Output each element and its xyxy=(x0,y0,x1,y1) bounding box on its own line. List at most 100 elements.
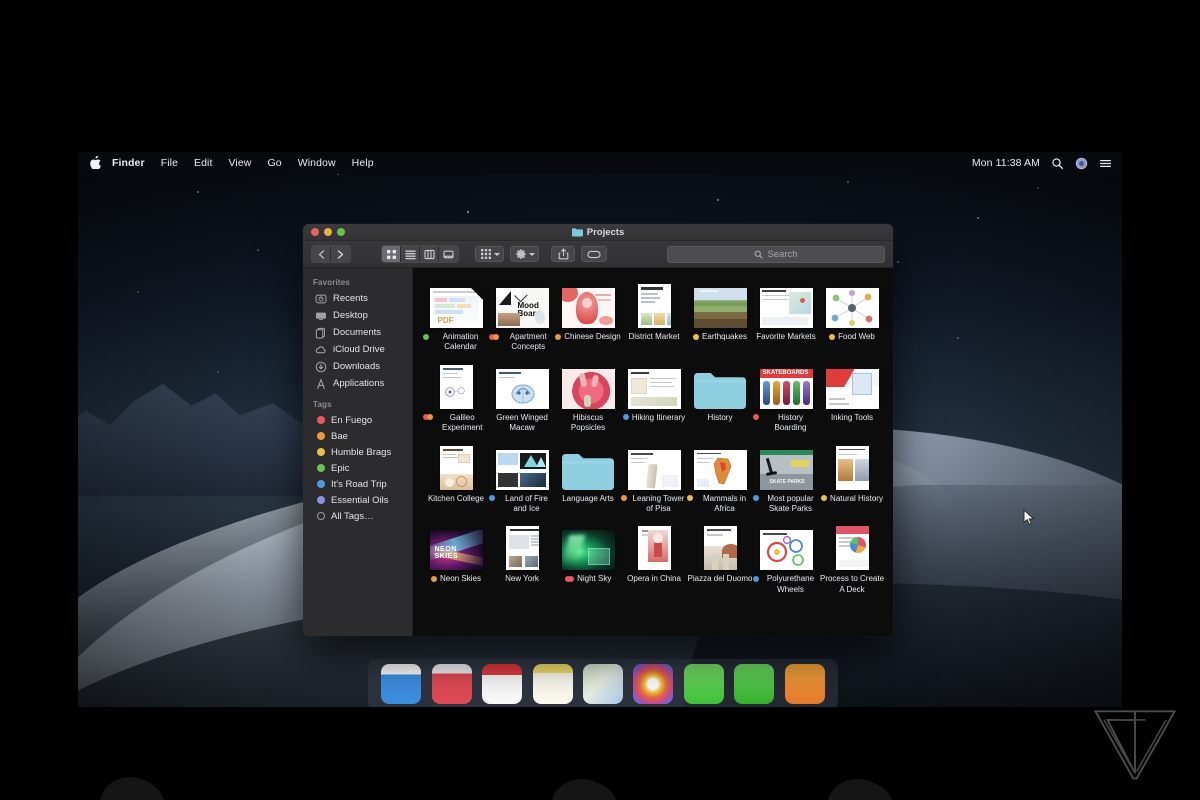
file-item[interactable]: Polyurethane Wheels xyxy=(753,520,819,595)
file-item[interactable]: Favorite Markets xyxy=(753,278,819,353)
file-grid-area[interactable]: PDF Animation Calendar Mood Board Apartm… xyxy=(413,268,893,636)
sidebar-tag-its-road-trip[interactable]: It's Road Trip xyxy=(303,476,412,492)
zoom-button[interactable] xyxy=(337,228,345,236)
file-item[interactable]: Process to Create A Deck xyxy=(819,520,885,595)
menu-item-finder[interactable]: Finder xyxy=(104,157,153,169)
menu-item-edit[interactable]: Edit xyxy=(186,157,221,169)
gallery-view-button[interactable] xyxy=(439,246,458,262)
mouse-cursor xyxy=(1023,509,1035,526)
file-label: History Boarding xyxy=(753,413,819,434)
file-item[interactable]: Hiking Itinerary xyxy=(621,359,687,434)
sidebar-tag-epic[interactable]: Epic xyxy=(303,460,412,476)
dock-icon-calendar[interactable] xyxy=(381,664,422,704)
file-item[interactable]: PDF Animation Calendar xyxy=(423,278,489,353)
file-item[interactable]: Inking Tools xyxy=(819,359,885,434)
forward-button[interactable] xyxy=(331,246,350,262)
file-thumbnail xyxy=(703,520,737,571)
download-icon xyxy=(315,361,327,372)
tags-button[interactable] xyxy=(581,246,607,262)
file-item[interactable]: Chinese Design xyxy=(555,278,621,353)
group-by-button[interactable] xyxy=(475,246,504,262)
search-input[interactable]: Search xyxy=(667,245,885,263)
control-center-icon[interactable] xyxy=(1099,157,1112,170)
file-item[interactable]: Leaning Tower of Pisa xyxy=(621,440,687,515)
finder-window[interactable]: Projects Search Favorites Recents Deskto… xyxy=(303,224,893,636)
sidebar-item-desktop[interactable]: Desktop xyxy=(303,307,412,324)
close-button[interactable] xyxy=(311,228,319,236)
dock-icon-calendar-jun[interactable] xyxy=(482,664,523,704)
dock-icon-maps[interactable] xyxy=(582,664,623,704)
file-item[interactable]: Mammals in Africa xyxy=(687,440,753,515)
sidebar-item-recents[interactable]: Recents xyxy=(303,290,412,307)
file-item[interactable]: District Market xyxy=(621,278,687,353)
file-item[interactable]: Earthquakes xyxy=(687,278,753,353)
share-button[interactable] xyxy=(551,246,575,262)
menu-item-go[interactable]: Go xyxy=(260,157,290,169)
file-item[interactable]: NEON SKIES Neon Skies xyxy=(423,520,489,595)
sidebar-tag-all-tags[interactable]: All Tags… xyxy=(303,508,412,524)
document-preview xyxy=(825,288,879,328)
window-title-bar[interactable]: Projects xyxy=(303,224,893,241)
column-view-button[interactable] xyxy=(420,246,439,262)
file-item[interactable]: Food Web xyxy=(819,278,885,353)
file-tag-dot xyxy=(753,495,759,502)
dock-icon-facetime[interactable] xyxy=(734,664,775,704)
menu-item-window[interactable]: Window xyxy=(290,157,344,169)
file-item[interactable]: SKATEBOARDS History Boarding xyxy=(753,359,819,434)
list-view-button[interactable] xyxy=(401,246,420,262)
sidebar-tag-en-fuego[interactable]: En Fuego xyxy=(303,412,412,428)
file-item[interactable]: Piazza del Duomo xyxy=(687,520,753,595)
file-item[interactable]: Galileo Experiment xyxy=(423,359,489,434)
file-item[interactable]: New York xyxy=(489,520,555,595)
traffic-lights[interactable] xyxy=(311,228,345,236)
file-item[interactable]: Natural History xyxy=(819,440,885,515)
dock-icon-messages[interactable] xyxy=(683,664,724,704)
file-thumbnail xyxy=(495,359,549,409)
finder-sidebar[interactable]: Favorites Recents Desktop Documents iClo… xyxy=(303,268,413,636)
file-item[interactable]: Green Winged Macaw xyxy=(489,359,555,434)
file-item[interactable]: SKATE PARKS Most popular Skate Parks xyxy=(753,440,819,515)
document-preview xyxy=(627,368,681,409)
view-mode-segmented-control[interactable] xyxy=(381,245,459,263)
folder-item[interactable]: Language Arts xyxy=(555,440,621,515)
sidebar-item-documents[interactable]: Documents xyxy=(303,324,412,341)
search-icon[interactable] xyxy=(1051,157,1064,170)
menu-bar-clock[interactable]: Mon 11:38 AM xyxy=(972,157,1040,169)
file-label: Favorite Markets xyxy=(756,332,816,342)
file-item[interactable]: Night Sky xyxy=(555,520,621,595)
file-item[interactable]: Land of Fire and Ice xyxy=(489,440,555,515)
siri-icon[interactable] xyxy=(1075,157,1088,170)
nav-buttons[interactable] xyxy=(311,245,351,263)
sidebar-tag-bae[interactable]: Bae xyxy=(303,428,412,444)
back-button[interactable] xyxy=(312,246,331,262)
menu-item-help[interactable]: Help xyxy=(344,157,382,169)
finder-toolbar[interactable]: Search xyxy=(303,241,893,268)
minimize-button[interactable] xyxy=(324,228,332,236)
menu-item-view[interactable]: View xyxy=(221,157,260,169)
file-thumbnail xyxy=(505,520,539,571)
sidebar-item-downloads[interactable]: Downloads xyxy=(303,358,412,375)
icon-view-button[interactable] xyxy=(382,246,401,262)
dock-icon-notes[interactable] xyxy=(532,664,573,704)
document-preview xyxy=(561,368,615,409)
file-item[interactable]: Opera in China xyxy=(621,520,687,595)
dock-icon-photos[interactable] xyxy=(633,664,674,704)
file-name: Mammals in Africa xyxy=(702,493,747,513)
sidebar-item-icloud-drive[interactable]: iCloud Drive xyxy=(303,341,412,358)
file-thumbnail: Mood Board xyxy=(495,278,549,328)
chevron-down-icon xyxy=(529,252,535,256)
apple-menu-icon[interactable] xyxy=(86,155,104,171)
action-button[interactable] xyxy=(510,246,539,262)
file-item[interactable]: Hibiscus Popsicles xyxy=(555,359,621,434)
sidebar-tag-humble-brags[interactable]: Humble Brags xyxy=(303,444,412,460)
dock-icon-reminders[interactable] xyxy=(431,664,472,704)
folder-item[interactable]: History xyxy=(687,359,753,434)
sidebar-tag-essential-oils[interactable]: Essential Oils xyxy=(303,492,412,508)
dock-icon-itunes[interactable] xyxy=(784,664,825,704)
file-item[interactable]: Mood Board Apartment Concepts xyxy=(489,278,555,353)
search-placeholder: Search xyxy=(767,248,798,260)
menu-item-file[interactable]: File xyxy=(153,157,186,169)
dock[interactable] xyxy=(368,659,838,707)
sidebar-item-applications[interactable]: Applications xyxy=(303,375,412,392)
file-item[interactable]: Kitchen College xyxy=(423,440,489,515)
